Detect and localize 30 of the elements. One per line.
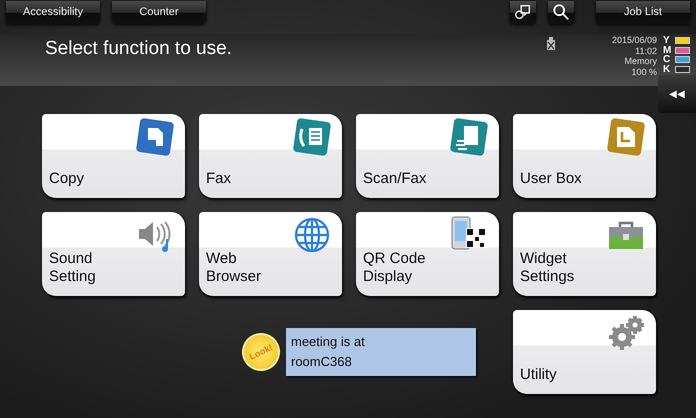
memory-value: 100 % <box>631 66 657 77</box>
function-tile[interactable]: Sound Setting <box>42 212 185 296</box>
message-note: meeting is at roomC368 <box>286 328 476 376</box>
language-button[interactable] <box>510 0 536 24</box>
search-icon <box>552 3 570 21</box>
top-button[interactable]: Accessibility <box>6 0 100 24</box>
top-button[interactable]: Counter <box>112 0 206 24</box>
function-tile[interactable]: QR Code Display <box>356 212 499 296</box>
function-tile[interactable]: Copy <box>42 114 185 198</box>
function-tile[interactable]: Utility <box>513 310 656 394</box>
search-button[interactable] <box>548 0 574 24</box>
gears-icon <box>606 313 646 353</box>
function-tile[interactable]: Widget Settings <box>513 212 656 296</box>
function-tile[interactable]: Fax <box>199 114 342 198</box>
function-tile[interactable]: User Box <box>513 114 656 198</box>
memory-label: Memory <box>624 56 657 66</box>
job-list-button[interactable]: Job List <box>596 0 690 24</box>
globe-icon <box>292 215 332 255</box>
time-text: 11:02 <box>635 46 657 56</box>
screen-title: Select function to use. <box>45 38 233 60</box>
toner-letter: C <box>663 55 671 64</box>
function-tile[interactable]: Web Browser <box>199 212 342 296</box>
toner-letter: K <box>663 64 671 74</box>
side-panel-tab[interactable]: ◀◀ <box>658 75 696 113</box>
function-tile[interactable]: Scan/Fax <box>356 114 499 198</box>
toner-letter: M <box>663 46 671 55</box>
status-icon <box>546 37 556 51</box>
toner-letter: Y <box>663 36 670 46</box>
date-text: 2015/06/09 <box>612 35 657 46</box>
speech-bubbles-icon <box>514 3 532 21</box>
